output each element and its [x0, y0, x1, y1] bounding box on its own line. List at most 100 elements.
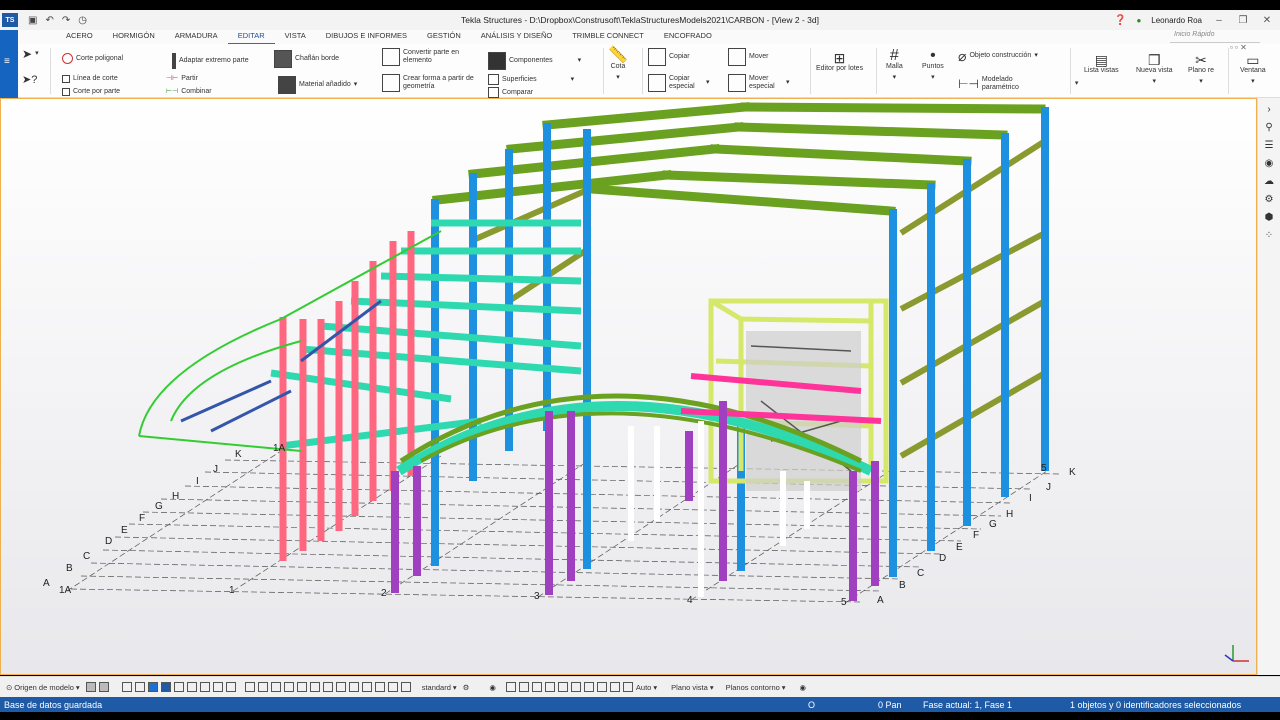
globe-icon[interactable]: ◉	[1265, 158, 1274, 169]
select-parts-icon[interactable]	[134, 682, 145, 692]
redo-icon[interactable]: ↷	[62, 15, 70, 26]
tab-gestion[interactable]: GESTIÓN	[417, 29, 471, 45]
mover-especial-button[interactable]: Mover especial ▾	[728, 74, 790, 92]
view-box-icon[interactable]	[505, 682, 516, 692]
copiar-especial-button[interactable]: Copiar especial ▾	[648, 74, 710, 92]
mover-button[interactable]: Mover	[728, 48, 768, 66]
snap-line-icon[interactable]	[309, 682, 320, 692]
linea-de-corte-button[interactable]: Línea de corte	[62, 75, 118, 83]
tab-encofrado[interactable]: ENCOFRADO	[654, 29, 722, 45]
view-tri-icon[interactable]	[544, 682, 555, 692]
snap-plane-icon[interactable]	[400, 682, 411, 692]
origin-select[interactable]: ⊙ Origen de modelo ▾	[6, 683, 80, 692]
undo-icon[interactable]: ↶	[45, 15, 53, 26]
snap-ref-icon[interactable]	[348, 682, 359, 692]
restore-button[interactable]: ❐	[1236, 15, 1250, 26]
snap-toggle-1[interactable]	[85, 682, 96, 692]
view-circle-icon[interactable]	[531, 682, 542, 692]
nueva-vista-button[interactable]: ❒ Nueva vista ▾	[1136, 53, 1173, 86]
combinar-button[interactable]: ⊢⊣ Combinar	[166, 88, 212, 96]
tab-dibujos-informes[interactable]: DIBUJOS E INFORMES	[316, 29, 417, 45]
query-tool-button[interactable]: ➤?	[22, 75, 37, 86]
objeto-construccion-button[interactable]: ⌀ Objeto construcción ▾	[958, 49, 1038, 63]
view-dim-icon[interactable]	[583, 682, 594, 692]
structure-model[interactable]: A B C D E F G H I J K A B C D E F G H I …	[1, 99, 1257, 675]
tab-armadura[interactable]: ARMADURA	[165, 29, 228, 45]
eye-icon[interactable]: ◉	[489, 683, 496, 692]
material-anadido-button[interactable]: Material añadido ▾	[278, 76, 357, 94]
minimize-button[interactable]: –	[1212, 15, 1226, 26]
select-tool-button[interactable]: ➤ ▾	[22, 48, 39, 60]
view-edge-icon[interactable]	[570, 682, 581, 692]
view-square-icon[interactable]	[518, 682, 529, 692]
snap-near-icon[interactable]	[322, 682, 333, 692]
cube-icon[interactable]: ⬢	[1265, 212, 1274, 223]
status-phase[interactable]: Fase actual: 1, Fase 1	[923, 700, 1012, 710]
standard-select[interactable]: standard ▾	[422, 683, 457, 692]
select-point-icon[interactable]	[160, 682, 171, 692]
partir-button[interactable]: ⊣⊢ Partir	[166, 75, 198, 83]
corte-por-parte-button[interactable]: Corte por parte	[62, 88, 120, 96]
plano-vista-select[interactable]: Plano vista ▾	[671, 683, 713, 692]
properties-icon[interactable]: ⚲	[1265, 122, 1272, 133]
tab-analisis-diseno[interactable]: ANÁLISIS Y DISEÑO	[471, 29, 562, 45]
select-weld-icon[interactable]	[186, 682, 197, 692]
visibility-icon[interactable]: ◉	[800, 683, 807, 692]
cota-button[interactable]: 📏 Cota ▾	[608, 48, 628, 82]
select-view-icon[interactable]	[225, 682, 236, 692]
select-cut-icon[interactable]	[212, 682, 223, 692]
user-name[interactable]: Leonardo Roa	[1151, 16, 1202, 25]
ribbon-window-controls[interactable]: ▫ ▫ ✕	[1230, 44, 1247, 52]
view-x-icon[interactable]	[557, 682, 568, 692]
tab-editar[interactable]: EDITAR	[227, 29, 275, 45]
adaptar-extremo-button[interactable]: Adaptar extremo parte	[172, 53, 249, 69]
chevron-right-icon[interactable]: ›	[1267, 104, 1270, 115]
superficies-button[interactable]: Superficies ▾	[488, 74, 574, 85]
hamburger-icon[interactable]: ≡	[4, 56, 18, 67]
planos-contorno-select[interactable]: Planos contorno ▾	[726, 683, 786, 692]
side-menu-bar[interactable]: ≡	[0, 30, 18, 100]
snap-grid-icon[interactable]	[387, 682, 398, 692]
comparar-button[interactable]: Comparar	[488, 87, 533, 98]
cloud-icon[interactable]: ☁	[1264, 176, 1274, 187]
componentes-button[interactable]: Componentes ▾	[488, 52, 581, 70]
tab-hormigon[interactable]: HORMIGÓN	[103, 29, 165, 45]
tab-acero[interactable]: ACERO	[56, 29, 103, 45]
history-icon[interactable]: ◷	[78, 15, 87, 26]
snap-intersect-icon[interactable]	[283, 682, 294, 692]
select-grid-icon[interactable]	[173, 682, 184, 692]
malla-button[interactable]: # Malla ▾	[886, 48, 903, 82]
corte-poligonal-button[interactable]: Corte poligonal	[62, 53, 123, 64]
save-icon[interactable]: ▣	[28, 15, 37, 26]
help-icon[interactable]: ❓	[1114, 15, 1126, 26]
snap-mid-icon[interactable]	[270, 682, 281, 692]
ventana-button[interactable]: ▭ Ventana ▾	[1240, 53, 1266, 86]
snap-any-icon[interactable]	[335, 682, 346, 692]
view-grid-icon[interactable]	[609, 682, 620, 692]
quick-search-input[interactable]: Inicio Rápido	[1170, 31, 1260, 43]
tab-trimble-connect[interactable]: TRIMBLE CONNECT	[562, 29, 654, 45]
plano-re-button[interactable]: ✂ Plano re ▾	[1188, 53, 1214, 86]
snap-toggle-2[interactable]	[98, 682, 109, 692]
select-surface-icon[interactable]	[147, 682, 158, 692]
select-all-icon[interactable]	[121, 682, 132, 692]
snap-perp-icon[interactable]	[296, 682, 307, 692]
apps-icon[interactable]: ⁘	[1265, 230, 1273, 241]
auto-select[interactable]: Auto ▾	[636, 683, 657, 692]
snap-free-icon[interactable]	[374, 682, 385, 692]
model-view-3d[interactable]: A B C D E F G H I J K A B C D E F G H I …	[0, 98, 1257, 675]
crear-forma-button[interactable]: Crear forma a partir de geometría	[382, 74, 483, 92]
chaflan-borde-button[interactable]: Chaflán borde	[274, 50, 339, 68]
editor-por-lotes-button[interactable]: ⊞ Editor por lotes	[816, 51, 863, 73]
convertir-parte-button[interactable]: Convertir parte en elemento	[382, 48, 471, 66]
view-clip-icon[interactable]	[622, 682, 633, 692]
copiar-button[interactable]: Copiar	[648, 48, 690, 66]
layers-icon[interactable]: ☰	[1265, 140, 1274, 151]
tab-vista[interactable]: VISTA	[275, 29, 316, 45]
modelado-parametrico-button[interactable]: ⊢⊣ Modelado paramétrico ▾	[958, 76, 1078, 92]
snap-settings-icon[interactable]: ⚙	[463, 683, 470, 692]
lista-vistas-button[interactable]: ▤ Lista vistas	[1084, 53, 1119, 75]
view-diag-icon[interactable]	[596, 682, 607, 692]
settings-icon[interactable]: ⚙	[1265, 194, 1274, 205]
select-line-icon[interactable]	[199, 682, 210, 692]
